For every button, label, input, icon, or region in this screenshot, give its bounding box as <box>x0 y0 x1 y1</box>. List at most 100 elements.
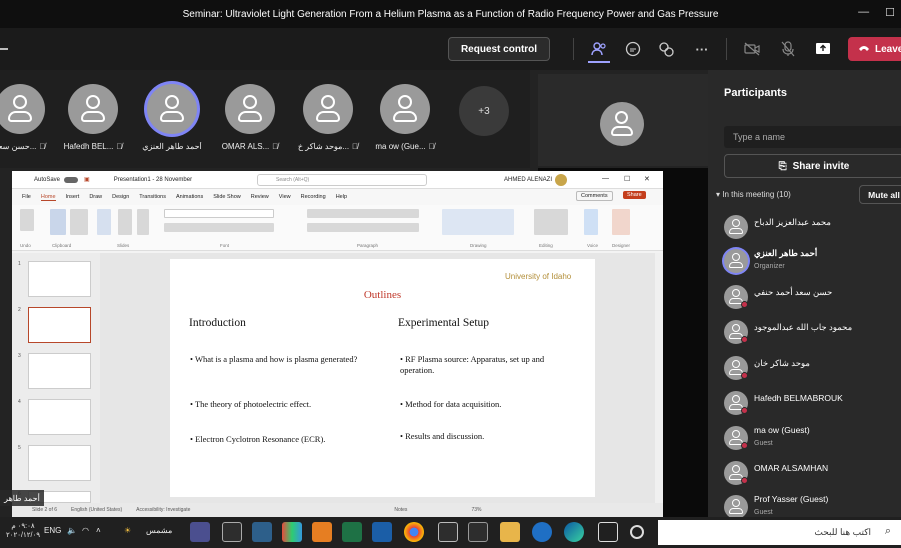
tray-chevron-icon[interactable]: ˄ <box>96 526 101 535</box>
app-taskbar-icon[interactable] <box>282 522 302 542</box>
cortana-icon[interactable] <box>630 525 644 539</box>
tab-home[interactable]: Home <box>40 194 56 201</box>
participant-row[interactable]: Prof Yasser (Guest) Guest <box>724 492 901 517</box>
participant-row[interactable]: Hafedh BELMABROUK <box>724 388 901 418</box>
participant-row[interactable]: محمد عبدالعزيز الدباح <box>724 212 901 242</box>
weather-label[interactable]: مشمس <box>146 526 172 535</box>
share-invite-button[interactable]: ⎘ Share invite <box>724 154 901 178</box>
ppt-minimize-icon[interactable]: — <box>602 175 609 182</box>
ppt-search-input[interactable]: Search (Alt+Q) <box>257 174 427 186</box>
participant-row[interactable]: حسن سعد أحمد حنفي <box>724 282 901 312</box>
zoom-level[interactable]: 73% <box>471 507 481 513</box>
participant-row[interactable]: محمود جاب الله عبدالموجود <box>724 317 901 347</box>
participant-row[interactable]: موحد شاكر خان <box>724 353 901 383</box>
notes-button[interactable]: Notes <box>394 507 407 513</box>
slide-thumbnail[interactable] <box>28 261 91 297</box>
tab-transitions[interactable]: Transitions <box>139 194 166 200</box>
current-slide[interactable]: University of Idaho Outlines Introductio… <box>170 259 595 497</box>
language-indicator[interactable]: ENG <box>44 526 61 535</box>
ie-taskbar-icon[interactable] <box>532 522 552 542</box>
participant-tile[interactable]: أحمد طاهر العنزي <box>137 84 207 151</box>
participant-tile[interactable]: حسن سعد...🎙̸ <box>0 84 55 151</box>
slide-layout-icon[interactable] <box>137 209 149 235</box>
slide-thumbnail[interactable] <box>28 399 91 435</box>
wifi-icon[interactable]: ◠ <box>82 526 89 535</box>
designer-icon[interactable] <box>612 209 630 235</box>
tab-view[interactable]: View <box>279 194 291 200</box>
ppt-maximize-icon[interactable]: ☐ <box>624 175 630 183</box>
weather-icon[interactable]: ☀ <box>124 526 131 535</box>
mute-all-button[interactable]: Mute all <box>859 185 901 204</box>
participant-row[interactable]: OMAR ALSAMHAN <box>724 458 901 488</box>
chrome-taskbar-icon[interactable] <box>404 522 424 542</box>
app-taskbar-icon[interactable] <box>312 522 332 542</box>
chat-icon[interactable] <box>624 40 642 58</box>
font-format-buttons[interactable] <box>164 223 274 232</box>
taskbar-search-box[interactable]: اكتب هنا للبحث ⌕ <box>658 520 901 545</box>
participant-tile[interactable]: OMAR ALS... 🎙̸ <box>215 84 285 151</box>
shapes-arrange-buttons[interactable] <box>442 209 514 235</box>
photos-taskbar-icon[interactable] <box>252 522 272 542</box>
participant-tile[interactable]: Hafedh BEL... 🎙̸ <box>58 84 128 151</box>
comments-button[interactable]: Comments <box>576 191 613 201</box>
participant-search-input[interactable]: Type a name <box>724 126 901 148</box>
store-taskbar-icon[interactable] <box>468 522 488 542</box>
dictate-icon[interactable] <box>584 209 598 235</box>
more-participants-button[interactable]: +3 <box>459 86 509 136</box>
participant-row[interactable]: ma ow (Guest) Guest <box>724 423 901 453</box>
save-icon[interactable]: ▣ <box>84 176 90 183</box>
tab-draw[interactable]: Draw <box>89 194 102 200</box>
ppt-user-avatar[interactable] <box>555 174 567 186</box>
tab-file[interactable]: File <box>22 194 31 200</box>
reactions-icon[interactable] <box>657 40 675 58</box>
paragraph-buttons[interactable] <box>307 209 419 218</box>
mail-taskbar-icon[interactable] <box>438 522 458 542</box>
ppt-share-button[interactable]: Share <box>623 191 646 199</box>
task-view-icon[interactable] <box>598 522 618 542</box>
participant-tile-large[interactable] <box>538 74 708 166</box>
teams-taskbar-icon[interactable] <box>190 522 210 542</box>
participant-tile[interactable]: ma ow (Gue... 🎙̸ <box>370 84 440 151</box>
file-explorer-taskbar-icon[interactable] <box>500 522 520 542</box>
edge-taskbar-icon[interactable] <box>564 522 584 542</box>
mic-off-icon[interactable] <box>779 40 797 58</box>
tab-review[interactable]: Review <box>251 194 269 200</box>
participants-icon[interactable] <box>590 40 608 58</box>
alignment-buttons[interactable] <box>307 223 419 232</box>
more-options-icon[interactable]: ··· <box>693 40 711 58</box>
slide-thumbnail[interactable] <box>28 445 91 481</box>
tab-recording[interactable]: Recording <box>301 194 326 200</box>
leave-button[interactable]: Leave <box>848 37 901 61</box>
clock[interactable]: ٠٩:٠٨ م ٢٠٢٠/١٢/٠٩ <box>6 522 40 540</box>
volume-icon[interactable]: 🔈 <box>67 526 77 535</box>
undo-icon[interactable] <box>20 209 34 231</box>
find-replace-buttons[interactable] <box>534 209 568 235</box>
calendar-taskbar-icon[interactable] <box>222 522 242 542</box>
paste-icon[interactable] <box>50 209 66 235</box>
maximize-icon[interactable]: ☐ <box>885 6 895 19</box>
camera-off-icon[interactable] <box>743 40 761 58</box>
minimize-icon[interactable]: — <box>858 6 869 19</box>
clipboard-tools[interactable] <box>70 209 88 235</box>
participant-row[interactable]: أحمد طاهر العنزي Organizer <box>724 246 901 276</box>
tab-animations[interactable]: Animations <box>176 194 203 200</box>
excel-taskbar-icon[interactable] <box>342 522 362 542</box>
ppt-scrollbar[interactable] <box>655 253 663 503</box>
language-status[interactable]: English (United States) <box>71 507 122 513</box>
slide-thumbnail[interactable] <box>28 353 91 389</box>
share-screen-icon[interactable] <box>814 40 832 58</box>
word-taskbar-icon[interactable] <box>372 522 392 542</box>
menu-icon[interactable] <box>0 48 8 50</box>
tab-slide-show[interactable]: Slide Show <box>213 194 241 200</box>
accessibility-status[interactable]: Accessibility: Investigate <box>136 507 190 513</box>
slide-thumbnail-selected[interactable] <box>28 307 91 343</box>
in-meeting-header[interactable]: ▾ In this meeting (10) <box>716 190 791 199</box>
participant-tile[interactable]: موحد شاكر خ... 🎙̸ <box>293 84 363 151</box>
font-name-field[interactable] <box>164 209 274 218</box>
new-slide-icon[interactable] <box>97 209 111 235</box>
tab-design[interactable]: Design <box>112 194 129 200</box>
reuse-slides-icon[interactable] <box>118 209 132 235</box>
request-control-button[interactable]: Request control <box>448 37 550 61</box>
autosave-toggle[interactable] <box>64 176 79 183</box>
tab-insert[interactable]: Insert <box>66 194 80 200</box>
